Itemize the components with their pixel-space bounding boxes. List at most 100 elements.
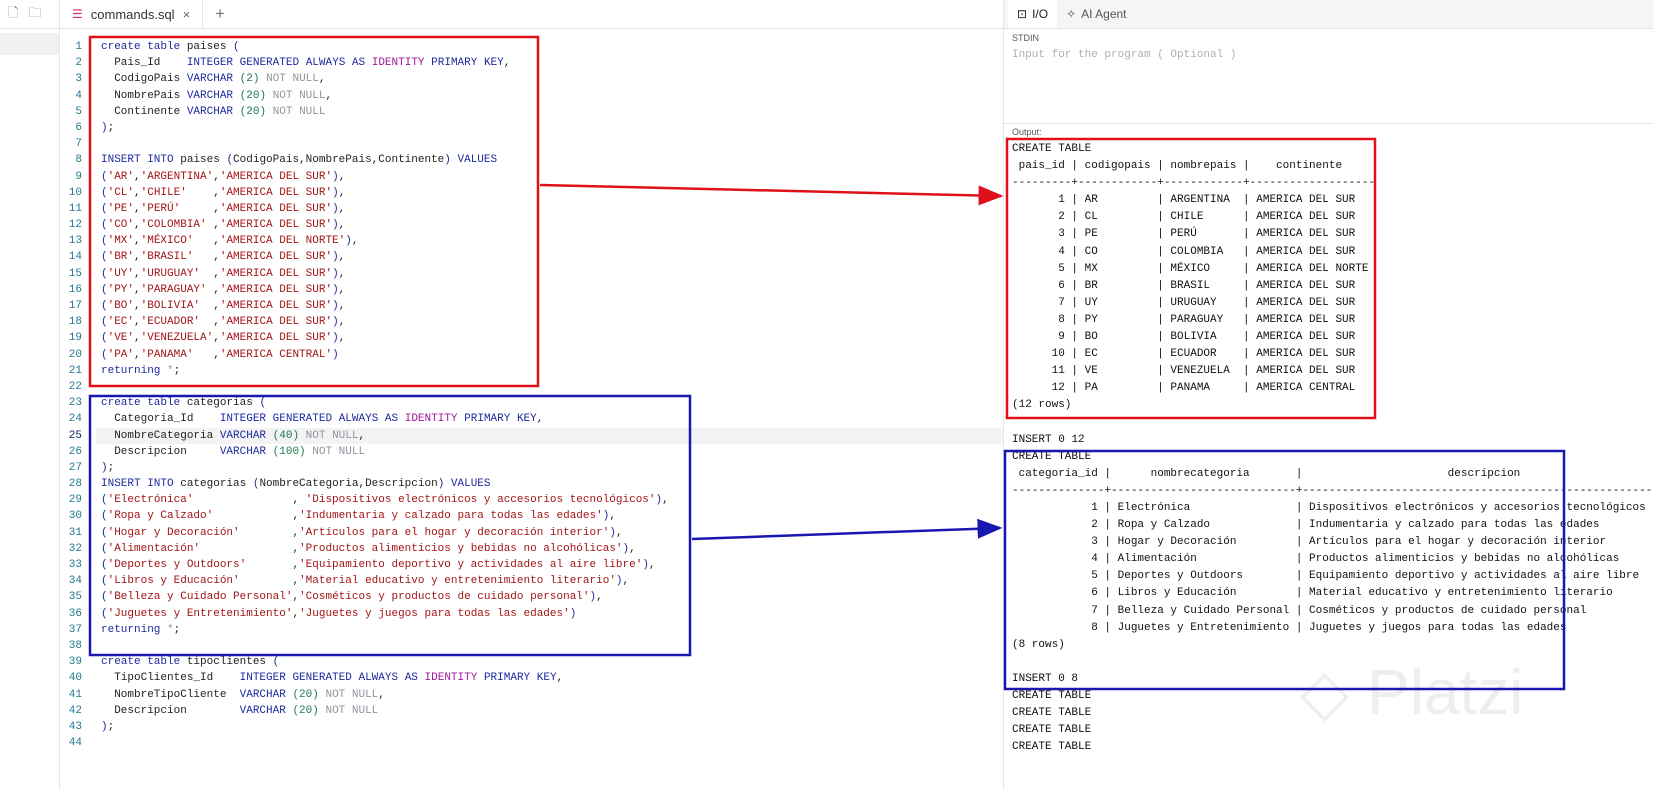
output-line: 6 | BR | BRASIL | AMERICA DEL SUR xyxy=(1012,279,1356,292)
code-line[interactable]: 41 NombreTipoCliente VARCHAR (20) NOT NU… xyxy=(60,687,1003,703)
line-number: 29 xyxy=(68,494,82,507)
code-line[interactable]: 11 ('PE','PERÚ' ,'AMERICA DEL SUR'), xyxy=(60,201,1003,217)
output-line: 1 | Electrónica | Dispositivos electróni… xyxy=(1012,501,1646,514)
output-line: CREATE TABLE xyxy=(1012,143,1092,155)
line-number: 24 xyxy=(68,413,82,426)
code-line[interactable]: 13 ('MX','MÉXICO' ,'AMERICA DEL NORTE'), xyxy=(60,233,1003,249)
output-line: --------------+-------------------------… xyxy=(1012,484,1652,497)
new-tab-button[interactable]: + xyxy=(203,0,237,28)
platzi-watermark: ◇ Platzi xyxy=(1300,656,1524,728)
code-line[interactable]: 12 ('CO','COLOMBIA' ,'AMERICA DEL SUR'), xyxy=(60,217,1003,233)
code-line[interactable]: 44 xyxy=(60,735,1003,751)
stdin-input[interactable] xyxy=(1012,49,1642,119)
code-line[interactable]: 6); xyxy=(60,120,1003,136)
new-file-icon[interactable]: 🗋 xyxy=(8,4,18,28)
code-text: create table tipoclientes ( xyxy=(101,656,280,669)
code-line[interactable]: 28 INSERT INTO categorias (NombreCategori… xyxy=(60,476,1003,492)
output-line: 10 | EC | ECUADOR | AMERICA DEL SUR xyxy=(1012,348,1356,361)
code-line[interactable]: 4 NombrePais VARCHAR (20) NOT NULL, xyxy=(60,88,1003,104)
code-line[interactable]: 40 TipoClientes_Id INTEGER GENERATED ALW… xyxy=(60,670,1003,686)
code-text: INSERT INTO paises (CodigoPais,NombrePai… xyxy=(101,154,498,167)
code-line[interactable]: 18 ('EC','ECUADOR' ,'AMERICA DEL SUR'), xyxy=(60,314,1003,330)
line-number: 17 xyxy=(68,300,82,312)
line-number: 13 xyxy=(68,235,82,248)
line-number: 31 xyxy=(68,526,82,539)
output-line: 12 | PA | PANAMA | AMERICA CENTRAL xyxy=(1012,382,1356,395)
code-line[interactable]: 17 ('BO','BOLIVIA' ,'AMERICA DEL SUR'), xyxy=(60,298,1003,314)
code-line[interactable]: 29 ('Electrónica' , 'Dispositivos electró… xyxy=(60,492,1003,508)
line-number: 33 xyxy=(68,559,82,571)
line-number: 42 xyxy=(68,704,82,717)
output-line: 1 | AR | ARGENTINA | AMERICA DEL SUR xyxy=(1012,194,1356,207)
line-number: 2 xyxy=(75,57,82,70)
code-line[interactable]: 5 Continente VARCHAR (20) NOT NULL xyxy=(60,104,1003,120)
code-text: ('CL','CHILE' ,'AMERICA DEL SUR'), xyxy=(101,186,346,199)
code-line[interactable]: 22 xyxy=(60,379,1003,395)
code-line[interactable]: 8 INSERT INTO paises (CodigoPais,NombrePa… xyxy=(60,152,1003,168)
code-line[interactable]: 34 ('Libros y Educación' ,'Material educa… xyxy=(60,573,1003,589)
code-text: ); xyxy=(101,121,115,134)
code-line[interactable]: 25 NombreCategoria VARCHAR (40) NOT NULL… xyxy=(60,428,1003,444)
code-line[interactable]: 20 ('PA','PANAMA' ,'AMERICA CENTRAL') xyxy=(60,347,1003,363)
code-line[interactable]: 3 CodigoPais VARCHAR (2) NOT NULL, xyxy=(60,71,1003,87)
output-label: Output: xyxy=(1012,127,1042,137)
output-line: (8 rows) xyxy=(1012,638,1065,651)
tab-io[interactable]: ⊡ I/O xyxy=(1008,0,1058,28)
code-line[interactable]: 38 xyxy=(60,638,1003,654)
code-text: CodigoPais VARCHAR (2) NOT NULL, xyxy=(101,73,326,86)
code-line[interactable]: 37 returning *; xyxy=(60,622,1003,638)
code-text: ('PY','PARAGUAY' ,'AMERICA DEL SUR'), xyxy=(101,283,346,296)
tab-ai-agent[interactable]: ✧ AI Agent xyxy=(1057,0,1135,28)
line-number: 22 xyxy=(68,380,82,393)
code-line[interactable]: 2 Pais_Id INTEGER GENERATED ALWAYS AS ID… xyxy=(60,55,1003,71)
code-line[interactable]: 15 ('UY','URUGUAY' ,'AMERICA DEL SUR'), xyxy=(60,266,1003,282)
code-line[interactable]: 23 create table categorias ( xyxy=(60,395,1003,411)
output-line: 3 | Hogar y Decoración | Artículos para … xyxy=(1012,536,1607,549)
code-text: ('VE','VENEZUELA','AMERICA DEL SUR'), xyxy=(101,332,346,345)
code-line[interactable]: 26 Descripcion VARCHAR (100) NOT NULL xyxy=(60,444,1003,460)
divider xyxy=(1004,123,1654,124)
code-line[interactable]: 39 create table tipoclientes ( xyxy=(60,654,1003,670)
line-number: 37 xyxy=(68,623,82,636)
code-line[interactable]: 33 ('Deportes y Outdoors' ,'Equipamiento … xyxy=(60,557,1003,573)
code-line[interactable]: 10 ('CL','CHILE' ,'AMERICA DEL SUR'), xyxy=(60,185,1003,201)
code-line[interactable]: 21 returning *; xyxy=(60,363,1003,379)
code-text: TipoClientes_Id INTEGER GENERATED ALWAYS… xyxy=(101,672,564,685)
code-text: returning *; xyxy=(101,364,181,377)
code-line[interactable]: 24 Categoria_Id INTEGER GENERATED ALWAYS… xyxy=(60,411,1003,427)
code-line[interactable]: 14 ('BR','BRASIL' ,'AMERICA DEL SUR'), xyxy=(60,249,1003,265)
new-folder-icon[interactable]: 🗀 xyxy=(28,4,41,28)
code-line[interactable]: 27); xyxy=(60,460,1003,476)
code-line[interactable]: 16 ('PY','PARAGUAY' ,'AMERICA DEL SUR'), xyxy=(60,282,1003,298)
output-line: CREATE TABLE xyxy=(1012,450,1092,463)
line-number: 20 xyxy=(68,348,82,361)
code-editor[interactable]: 1 create table paises (2 Pais_Id INTEGER … xyxy=(60,29,1003,789)
code-line[interactable]: 42 Descripcion VARCHAR (20) NOT NULL xyxy=(60,703,1003,719)
code-line[interactable]: 36 ('Juguetes y Entretenimiento','Juguete… xyxy=(60,606,1003,622)
code-text: ('AR','ARGENTINA','AMERICA DEL SUR'), xyxy=(101,170,346,183)
code-line[interactable]: 7 xyxy=(60,136,1003,152)
close-icon[interactable]: × xyxy=(183,7,191,22)
line-number: 18 xyxy=(68,316,82,329)
code-line[interactable]: 32 ('Alimentación' ,'Productos alimentici… xyxy=(60,541,1003,557)
code-line[interactable]: 43); xyxy=(60,719,1003,735)
output-line: 7 | UY | URUGUAY | AMERICA DEL SUR xyxy=(1012,296,1356,309)
code-text: ('Alimentación' ,'Productos alimenticios… xyxy=(101,542,636,555)
output-line: CREATE TABLE xyxy=(1012,741,1092,754)
code-line[interactable]: 9 ('AR','ARGENTINA','AMERICA DEL SUR'), xyxy=(60,169,1003,185)
code-line[interactable]: 19 ('VE','VENEZUELA','AMERICA DEL SUR'), xyxy=(60,330,1003,346)
selected-file-row[interactable] xyxy=(0,33,59,55)
tab-ai-agent-label: AI Agent xyxy=(1081,7,1127,21)
code-line[interactable]: 30 ('Ropa y Calzado' ,'Indumentaria y cal… xyxy=(60,508,1003,524)
code-line[interactable]: 35 ('Belleza y Cuidado Personal','Cosméti… xyxy=(60,589,1003,605)
code-line[interactable]: 1 create table paises ( xyxy=(60,39,1003,55)
line-number: 14 xyxy=(68,251,82,264)
line-number: 7 xyxy=(75,138,82,151)
code-text: NombrePais VARCHAR (20) NOT NULL, xyxy=(101,89,333,102)
tab-commands-sql[interactable]: ☰ commands.sql × xyxy=(60,0,204,28)
activity-bar: 🗋 🗀 xyxy=(0,0,60,789)
line-number: 19 xyxy=(68,332,82,345)
code-text: ('UY','URUGUAY' ,'AMERICA DEL SUR'), xyxy=(101,267,346,280)
code-line[interactable]: 31 ('Hogar y Decoración' ,'Artículos para… xyxy=(60,525,1003,541)
